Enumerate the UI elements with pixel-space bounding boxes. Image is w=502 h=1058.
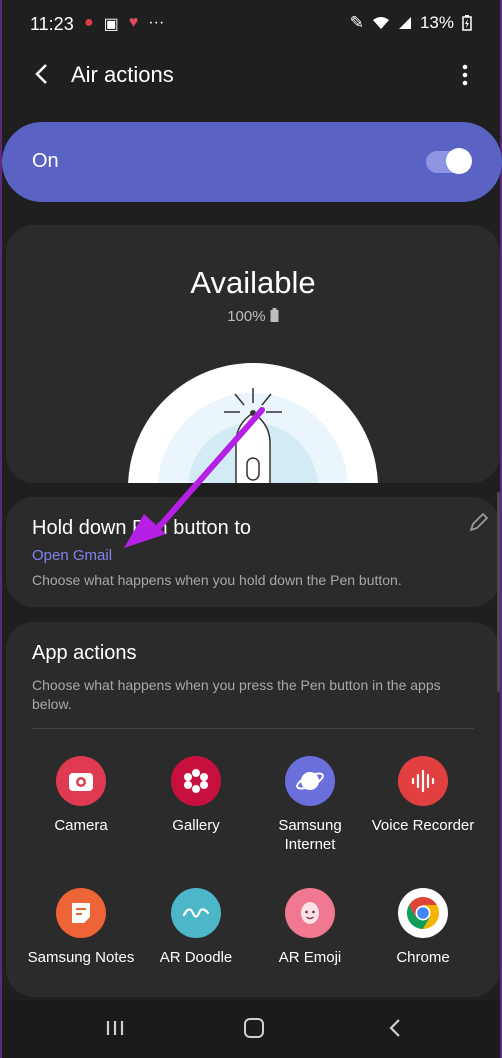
home-icon[interactable] xyxy=(244,1018,264,1038)
status-time: 11:23 xyxy=(30,14,74,34)
image-icon: ▣ xyxy=(103,16,119,33)
wifi-icon xyxy=(372,17,389,29)
navigation-bar xyxy=(2,1000,500,1058)
status-indicators: ✎ 13% xyxy=(350,13,472,33)
pen-availability: Available xyxy=(190,265,316,300)
app-item-chrome[interactable]: Chrome xyxy=(368,888,478,967)
voice-recorder-icon xyxy=(398,756,448,806)
hold-pen-button-setting[interactable]: Hold down Pen button to Open Gmail Choos… xyxy=(6,497,500,607)
pen-status-card: Available 100% xyxy=(6,225,500,483)
hold-setting-description: Choose what happens when you hold down t… xyxy=(32,572,402,588)
switch-knob xyxy=(446,148,472,174)
more-notifications-icon: ··· xyxy=(148,14,165,31)
app-label: Samsung Internet xyxy=(278,817,342,853)
master-switch-label: On xyxy=(32,150,59,172)
app-item-samsung-internet[interactable]: Samsung Internet xyxy=(255,756,365,854)
app-item-ar-emoji[interactable]: AR Emoji xyxy=(255,888,365,967)
app-item-gallery[interactable]: Gallery xyxy=(141,756,251,835)
app-actions-description: Choose what happens when you press the P… xyxy=(32,677,441,712)
app-item-voice-recorder[interactable]: Voice Recorder xyxy=(368,756,478,835)
app-actions-card: App actions Choose what happens when you… xyxy=(6,622,500,997)
chrome-icon xyxy=(398,888,448,938)
battery-percent: 13% xyxy=(419,13,454,32)
pen-battery: 100% xyxy=(6,308,500,325)
gallery-icon xyxy=(171,756,221,806)
battery-charging-icon xyxy=(462,15,472,31)
signal-icon xyxy=(398,17,411,29)
notification-app-icon: ● xyxy=(84,14,94,31)
hold-setting-value: Open Gmail xyxy=(32,547,113,564)
camera-icon xyxy=(56,756,106,806)
app-label: Chrome xyxy=(396,949,450,966)
app-label: AR Doodle xyxy=(159,949,233,966)
status-bar: 11:23 ● ▣ ♥ ··· ✎ 13% xyxy=(2,0,500,48)
nav-back-icon[interactable] xyxy=(388,1018,402,1038)
samsung-notes-icon xyxy=(56,888,106,938)
samsung-internet-icon xyxy=(285,756,335,806)
more-options-icon[interactable] xyxy=(462,64,468,86)
spen-illustration xyxy=(128,363,378,483)
app-label: Samsung Notes xyxy=(27,949,135,966)
app-label: Camera xyxy=(54,817,108,834)
app-label: Gallery xyxy=(172,817,220,834)
app-item-samsung-notes[interactable]: Samsung Notes xyxy=(26,888,136,967)
hold-setting-title: Hold down Pen button to xyxy=(32,517,252,539)
pen-connected-icon: ✎ xyxy=(349,13,364,32)
app-label: Voice Recorder xyxy=(371,817,475,834)
pen-battery-level: 100% xyxy=(227,308,266,325)
back-arrow-icon[interactable] xyxy=(30,60,54,88)
heart-icon: ♥ xyxy=(128,14,139,31)
app-label: AR Emoji xyxy=(278,949,342,966)
ar-doodle-icon xyxy=(171,888,221,938)
app-item-camera[interactable]: Camera xyxy=(26,756,136,835)
page-title: Air actions xyxy=(71,62,174,87)
battery-icon xyxy=(270,308,279,322)
notification-icons: ● ▣ ♥ ··· xyxy=(84,14,164,34)
master-switch-bar[interactable]: On xyxy=(2,122,502,202)
app-item-ar-doodle[interactable]: AR Doodle xyxy=(141,888,251,967)
master-switch[interactable] xyxy=(426,148,472,174)
recent-apps-icon[interactable] xyxy=(106,1020,124,1036)
edit-pencil-icon[interactable] xyxy=(468,511,490,533)
ar-emoji-icon xyxy=(285,888,335,938)
divider xyxy=(32,728,474,729)
scrollbar[interactable] xyxy=(497,492,500,692)
app-bar: Air actions xyxy=(2,50,500,102)
app-actions-title: App actions xyxy=(32,642,137,664)
